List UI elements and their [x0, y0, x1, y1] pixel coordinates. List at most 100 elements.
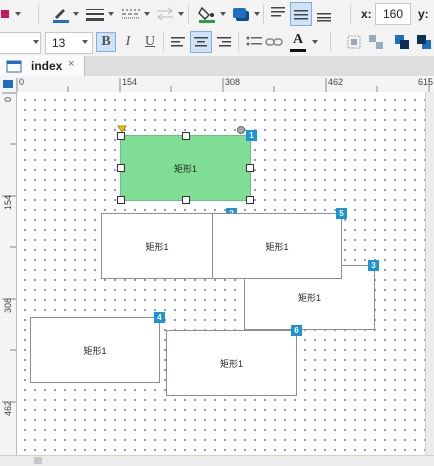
link-icon [265, 38, 283, 46]
chevron-down-icon[interactable] [15, 12, 21, 16]
color-swatch-icon [1, 10, 9, 18]
page-icon [6, 60, 22, 73]
ruler-label: 462 [328, 77, 344, 87]
resize-handle-se[interactable] [246, 196, 254, 204]
paint-bucket-icon [198, 6, 215, 23]
pointer-mode-button[interactable] [0, 4, 14, 24]
rectangle-shape-5[interactable]: 矩形1 [212, 213, 342, 279]
horizontal-ruler: 0 154 308 462 615 [16, 76, 434, 93]
link-button[interactable] [264, 32, 284, 52]
chevron-down-icon[interactable] [254, 12, 260, 16]
design-canvas[interactable]: 矩形1 2 矩形1 3 矩形1 5 矩形1 4 矩形1 6 矩形1 1 [17, 92, 425, 455]
arrows-icon [157, 7, 173, 21]
rotate-handle-icon[interactable] [236, 125, 246, 135]
ruler-label: 308 [225, 77, 241, 87]
dash-style-icon [122, 9, 140, 19]
align-middle-button[interactable] [290, 2, 312, 26]
chevron-down-icon[interactable] [220, 12, 226, 16]
send-backward-button[interactable] [414, 32, 434, 52]
fill-color-button[interactable] [196, 4, 218, 24]
chevron-down-icon [178, 12, 184, 16]
ruler-label: 462 [3, 400, 13, 416]
resize-handle-sw[interactable] [117, 196, 125, 204]
x-position-input[interactable]: 160 [375, 3, 411, 25]
close-icon[interactable]: × [68, 58, 74, 70]
line-width-button[interactable] [84, 4, 106, 24]
align-left-button[interactable] [168, 32, 188, 52]
align-right-button[interactable] [214, 32, 234, 52]
ungroup-icon [369, 35, 383, 49]
text-align-top-icon [271, 7, 285, 17]
align-top-button[interactable] [268, 3, 288, 25]
vertical-scrollbar[interactable] [425, 92, 434, 455]
ruler-label: 615 [418, 77, 434, 87]
bold-button[interactable]: B [96, 32, 116, 52]
shadow-button[interactable] [230, 4, 252, 24]
page-tab-bar: index × [0, 56, 434, 77]
font-color-button[interactable]: A [290, 31, 306, 49]
text-align-center-icon [194, 37, 208, 47]
ruler-label: 0 [19, 77, 25, 87]
italic-button[interactable]: I [118, 32, 138, 52]
rectangle-shape-1-selected[interactable]: 矩形1 [120, 135, 251, 201]
shape-label: 矩形1 [219, 358, 243, 369]
group-button[interactable] [344, 32, 364, 52]
chevron-down-icon[interactable] [108, 12, 114, 16]
shape-number-badge: 1 [246, 130, 257, 141]
chevron-down-icon[interactable] [82, 40, 88, 44]
tab-label: index [31, 59, 63, 73]
shape-label: 矩形1 [173, 163, 197, 174]
align-bottom-button[interactable] [314, 3, 334, 25]
ruler-label: 0 [3, 96, 13, 102]
chevron-down-icon[interactable] [144, 12, 150, 16]
resize-handle-s[interactable] [182, 196, 190, 204]
bring-forward-button[interactable] [392, 32, 412, 52]
shape-number-badge: 4 [154, 312, 165, 323]
rectangle-shape-6[interactable]: 矩形1 [166, 330, 297, 396]
arrow-style-button[interactable] [154, 4, 176, 24]
font-size-value: 13 [52, 36, 66, 50]
bullet-list-icon [246, 36, 262, 46]
line-width-icon [86, 9, 104, 21]
chevron-down-icon[interactable] [312, 40, 318, 44]
rectangle-shape-4[interactable]: 矩形1 [30, 317, 160, 383]
y-label: y: [418, 7, 429, 21]
chevron-down-icon[interactable] [73, 12, 79, 16]
align-center-button[interactable] [190, 31, 212, 53]
resize-handle-e[interactable] [246, 164, 254, 172]
ruler-label: 154 [3, 194, 13, 210]
vertical-ruler: 0 154 308 462 [0, 92, 17, 455]
underline-button[interactable]: U [140, 32, 160, 52]
text-align-middle-icon [294, 10, 308, 20]
text-align-left-icon [171, 37, 185, 47]
ungroup-button[interactable] [366, 32, 386, 52]
bullet-list-button[interactable] [244, 32, 264, 52]
bring-forward-icon [395, 35, 409, 49]
resize-handle-w[interactable] [117, 164, 125, 172]
ruler-label: 308 [3, 297, 13, 313]
rectangle-shape-2[interactable]: 矩形1 [101, 213, 213, 279]
ruler-corner [0, 76, 17, 93]
resize-handle-n[interactable] [182, 132, 190, 140]
text-align-bottom-icon [317, 13, 331, 22]
x-label: x: [361, 7, 372, 21]
send-backward-icon [417, 35, 431, 49]
border-color-button[interactable] [50, 4, 72, 24]
font-color-swatch [290, 49, 306, 52]
horizontal-scrollbar[interactable] [0, 455, 434, 466]
page-icon [3, 80, 13, 88]
corner-radius-handle-icon[interactable] [117, 125, 127, 133]
tab-index[interactable]: index × [0, 56, 85, 76]
shape-label: 矩形1 [83, 345, 107, 356]
chevron-down-icon[interactable] [33, 40, 39, 44]
shape-number-badge: 6 [291, 325, 302, 336]
group-icon [347, 35, 361, 49]
line-style-button[interactable] [120, 4, 142, 24]
scroll-thumb[interactable] [34, 457, 42, 464]
pen-border-icon [53, 9, 69, 23]
main-toolbar: x: 160 y: [0, 0, 434, 29]
resize-handle-nw[interactable] [117, 132, 125, 140]
ruler-label: 154 [122, 77, 138, 87]
shape-shadow-icon [233, 8, 249, 21]
shape-label: 矩形1 [297, 293, 321, 303]
